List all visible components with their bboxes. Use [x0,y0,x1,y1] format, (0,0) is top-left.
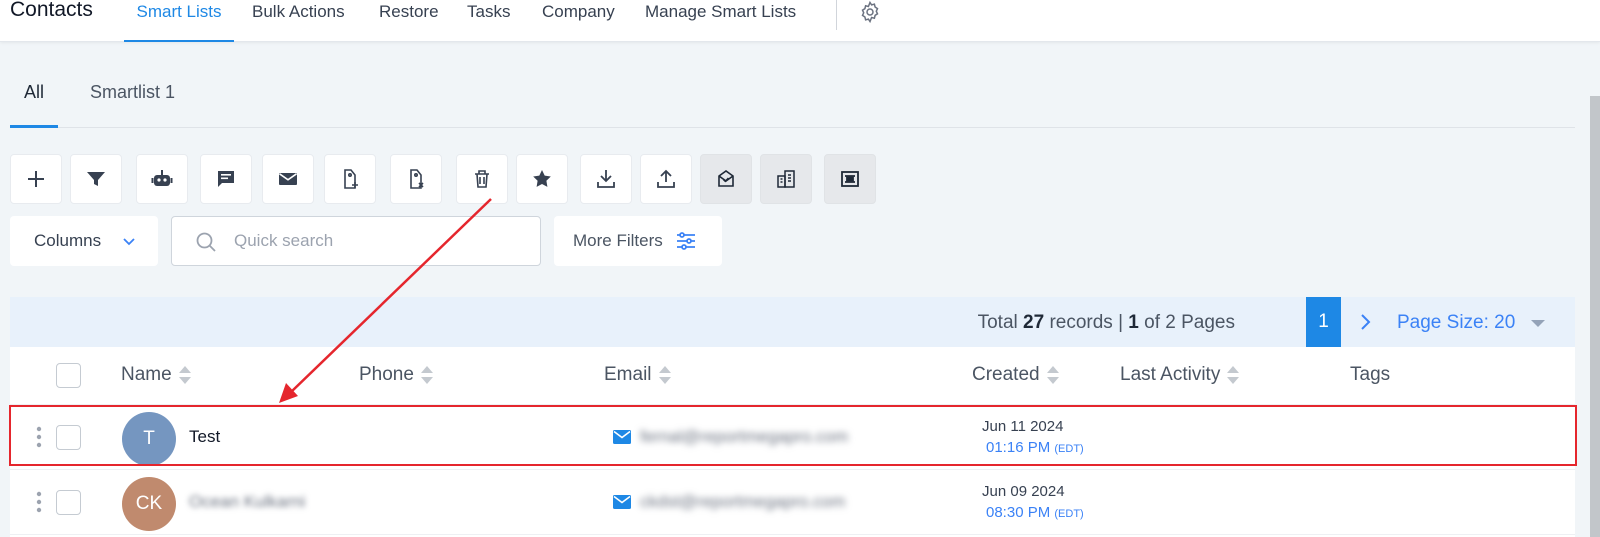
column-header-tags: Tags [1350,364,1391,385]
contact-name[interactable]: Ocean Kulkarni [189,492,305,512]
avatar: T [122,412,176,466]
total-count: 27 [1023,312,1045,333]
remove-tag-button[interactable] [390,154,442,204]
contact-email[interactable]: fernal@reportmegapro.com [640,427,848,447]
nav-bulk-actions[interactable]: Bulk Actions [252,0,345,42]
select-all-checkbox[interactable] [56,363,81,388]
sort-icon [1227,366,1240,384]
column-header-email[interactable]: Email [604,364,672,386]
records-summary: Total 27 records | 1 of 2 Pages [977,312,1235,333]
add-contact-button[interactable] [10,154,62,204]
nav-company[interactable]: Company [542,0,615,42]
add-to-workflow-button[interactable] [136,154,188,204]
avatar: CK [122,477,176,531]
gear-icon[interactable] [858,0,882,24]
more-filters-label: More Filters [573,231,663,250]
nav-manage-smart-lists[interactable]: Manage Smart Lists [645,0,796,42]
more-options-icon[interactable] [36,491,42,513]
merge-icon [841,171,859,187]
export-button[interactable] [580,154,632,204]
filter-button[interactable] [70,154,122,204]
contact-name[interactable]: Test [189,427,220,447]
sort-icon [658,366,671,384]
sort-icon [420,366,433,384]
nav-restore[interactable]: Restore [379,0,439,42]
column-header-phone[interactable]: Phone [359,364,434,386]
more-options-icon[interactable] [36,426,42,448]
created-date: Jun 11 2024 [982,418,1064,435]
created-time: 01:16 PM (EDT) [986,439,1084,456]
email-icon [613,495,631,509]
add-icon [28,171,44,187]
delete-icon [475,170,489,188]
add-tag-button[interactable] [324,154,376,204]
created-time: 08:30 PM (EDT) [986,504,1084,521]
sliders-icon [676,232,695,250]
sort-icon [178,366,191,384]
send-sms-button[interactable] [200,154,252,204]
robot-icon [151,170,173,186]
caret-down-icon[interactable] [1531,320,1545,327]
request-review-button[interactable] [700,154,752,204]
table-header-row: Name Phone Email Created Last Activity T… [10,347,1575,405]
upload-icon [657,169,675,188]
star-button[interactable] [516,154,568,204]
email-icon [613,430,631,444]
tab-smartlist-1[interactable]: Smartlist 1 [90,82,175,128]
created-date: Jun 09 2024 [982,483,1065,500]
current-page: 1 [1128,312,1139,333]
pagination-bar: Total 27 records | 1 of 2 Pages 1 Page S… [10,297,1575,347]
add-tag-icon [344,169,358,189]
nav-smart-lists[interactable]: Smart Lists [124,0,234,42]
nav-tasks[interactable]: Tasks [467,0,510,42]
delete-button[interactable] [456,154,508,204]
chevron-down-icon [123,238,135,246]
row-checkbox[interactable] [56,425,81,450]
top-navigation: Contacts Smart Lists Bulk Actions Restor… [0,0,1600,42]
sort-icon [1046,366,1059,384]
mail-review-icon [718,170,734,187]
download-icon [597,170,615,188]
table-row[interactable]: T Test fernal@reportmegapro.com Jun 11 2… [10,405,1575,470]
column-header-name[interactable]: Name [121,364,192,386]
star-icon [533,170,551,187]
quick-search-input[interactable] [234,227,524,255]
search-icon [196,232,216,252]
quick-search-box[interactable] [171,216,541,266]
column-header-last-activity[interactable]: Last Activity [1120,364,1240,386]
app-title: Contacts [10,0,93,21]
scrollbar[interactable] [1590,96,1600,537]
table-row[interactable]: CK Ocean Kulkarni ckdst@reportmegapro.co… [10,470,1575,535]
more-filters-button[interactable]: More Filters [554,216,722,266]
message-icon [218,171,234,187]
page-size-select[interactable]: Page Size: 20 [1397,312,1515,334]
company-button[interactable] [760,154,812,204]
contacts-table: Total 27 records | 1 of 2 Pages 1 Page S… [10,297,1575,537]
send-email-button[interactable] [262,154,314,204]
nav-divider [836,0,837,30]
chevron-right-icon[interactable] [1355,312,1375,332]
tab-all[interactable]: All [10,82,58,128]
columns-dropdown[interactable]: Columns [10,216,158,266]
smartlist-tabs: All Smartlist 1 [10,70,1575,128]
email-icon [279,173,297,185]
page-1-button[interactable]: 1 [1306,297,1341,347]
contact-email[interactable]: ckdst@reportmegapro.com [640,492,845,512]
row-checkbox[interactable] [56,490,81,515]
column-header-created[interactable]: Created [972,364,1060,386]
import-button[interactable] [640,154,692,204]
company-building-icon [777,170,795,188]
remove-tag-icon [410,169,424,189]
merge-button[interactable] [824,154,876,204]
columns-label: Columns [34,231,102,250]
filter-icon [87,172,105,186]
